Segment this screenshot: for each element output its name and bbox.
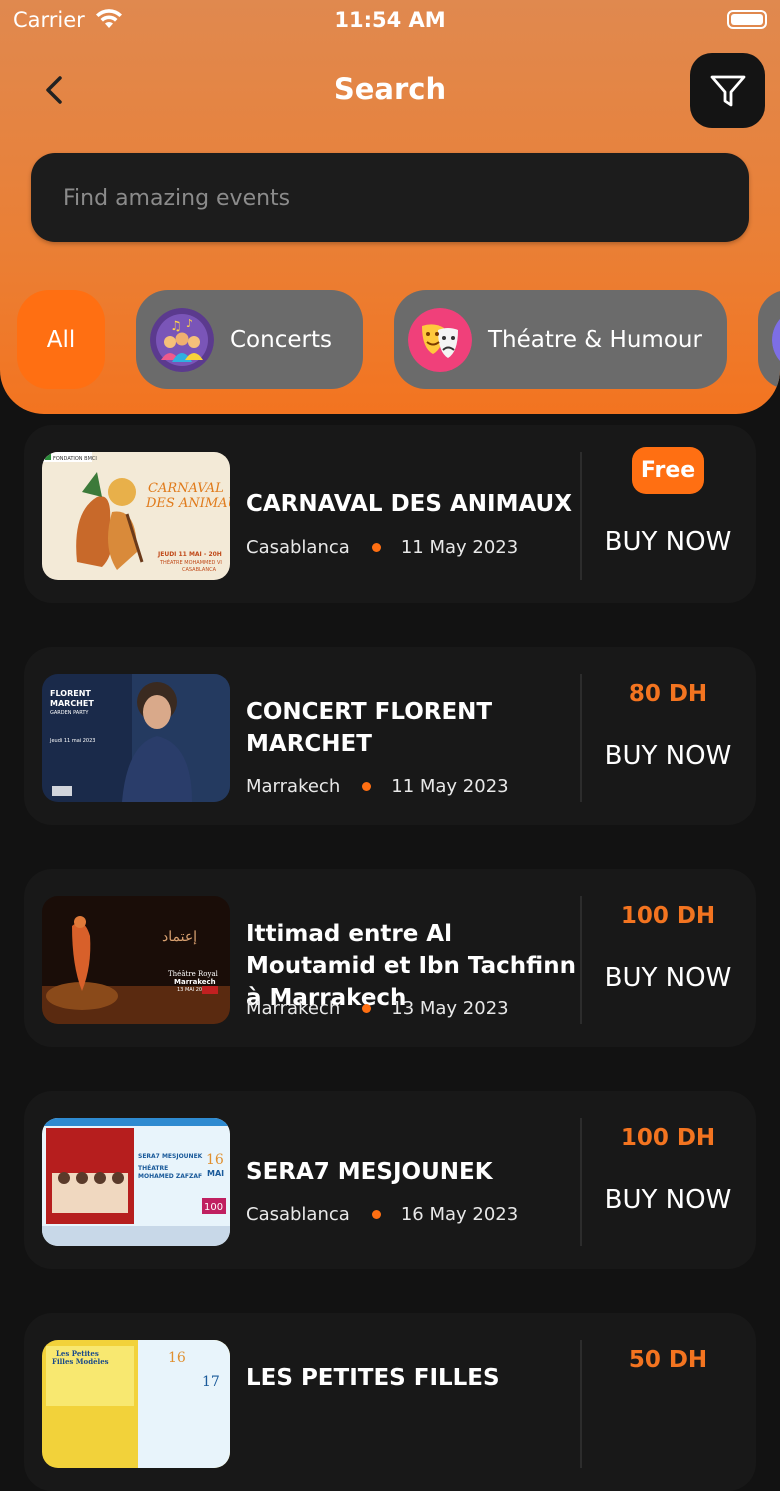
event-title: LES PETITES FILLES — [246, 1365, 500, 1391]
buy-now-button[interactable]: BUY NOW — [592, 741, 744, 771]
event-title: SERA7 MESJOUNEK — [246, 1159, 493, 1185]
event-meta: Casablanca 11 May 2023 — [246, 537, 518, 558]
event-thumbnail: SERA7 MESJOUNEK THÉATRE MOHAMED ZAFZAF 1… — [42, 1118, 230, 1246]
event-thumbnail: إعتماد Théâtre Royal Marrakech 13 MAI 20… — [42, 896, 230, 1024]
clock: 11:54 AM — [334, 8, 446, 32]
category-label: All — [46, 326, 76, 353]
category-icon — [772, 318, 780, 361]
category-label: Concerts — [230, 326, 332, 353]
svg-text:Théâtre Royal: Théâtre Royal — [168, 970, 219, 978]
svg-text:DES ANIMAUX: DES ANIMAUX — [145, 496, 230, 511]
event-card[interactable]: Les Petites Filles Modèles 16 17 LES PET… — [24, 1313, 756, 1491]
svg-text:17: 17 — [202, 1374, 220, 1390]
event-card[interactable]: FONDATION BMCI CARNAVAL DES ANIMAUX JEUD… — [24, 425, 756, 603]
category-chip-more[interactable] — [758, 290, 780, 389]
event-thumbnail: FLORENT MARCHET GARDEN PARTY Jeudi 11 ma… — [42, 674, 230, 802]
event-date: 11 May 2023 — [391, 776, 509, 797]
filter-icon — [710, 75, 745, 106]
svg-text:THÉATRE: THÉATRE — [138, 1164, 168, 1172]
separator-dot — [371, 543, 381, 552]
event-city: Casablanca — [246, 537, 350, 558]
event-meta: Marrakech 13 May 2023 — [246, 998, 509, 1019]
event-card[interactable]: SERA7 MESJOUNEK THÉATRE MOHAMED ZAFZAF 1… — [24, 1091, 756, 1269]
event-price: 50 DH — [628, 1347, 708, 1373]
event-date: 16 May 2023 — [400, 1204, 519, 1225]
event-price: 80 DH — [628, 681, 708, 707]
event-title: CONCERT FLORENT MARCHET — [246, 699, 493, 757]
price-badge: Free — [632, 447, 704, 494]
buy-now-button[interactable]: BUY NOW — [592, 527, 744, 557]
search-bar — [31, 153, 749, 244]
svg-text:FLORENT: FLORENT — [50, 689, 91, 698]
event-price: 100 DH — [620, 1125, 716, 1151]
divider — [580, 452, 582, 580]
event-thumbnail: FONDATION BMCI CARNAVAL DES ANIMAUX JEUD… — [42, 452, 230, 580]
svg-text:MAI: MAI — [207, 1169, 224, 1178]
separator-dot — [371, 1210, 381, 1219]
event-date: 13 May 2023 — [391, 998, 509, 1019]
svg-text:FONDATION BMCI: FONDATION BMCI — [53, 456, 97, 462]
svg-text:Jeudi 11 mai 2023: Jeudi 11 mai 2023 — [49, 738, 95, 744]
event-meta: Casablanca 16 May 2023 — [246, 1204, 518, 1225]
buy-now-button[interactable]: BUY NOW — [592, 1185, 744, 1215]
svg-text:MOHAMED ZAFZAF: MOHAMED ZAFZAF — [138, 1173, 202, 1180]
svg-text:GARDEN PARTY: GARDEN PARTY — [50, 710, 89, 716]
svg-text:THÉATRE MOHAMMED VI: THÉATRE MOHAMMED VI — [159, 558, 222, 566]
category-chip-theatre[interactable]: Théatre & Humour — [394, 290, 727, 389]
svg-text:JEUDI 11 MAI - 20H: JEUDI 11 MAI - 20H — [157, 551, 222, 558]
divider — [580, 1118, 582, 1246]
svg-text:CARNAVAL: CARNAVAL — [148, 481, 224, 496]
svg-text:إعتماد: إعتماد — [162, 929, 197, 945]
page-title: Search — [333, 72, 447, 106]
header: Carrier 11:54 AM Search All — [0, 0, 780, 414]
event-thumbnail: Les Petites Filles Modèles 16 17 — [42, 1340, 230, 1468]
category-label: Théatre & Humour — [488, 326, 702, 353]
concert-crowd-icon: ♫ ♪ — [150, 307, 214, 372]
event-title: CARNAVAL DES ANIMAUX — [246, 491, 572, 517]
svg-text:MARCHET: MARCHET — [50, 699, 94, 708]
svg-text:16: 16 — [168, 1350, 186, 1366]
category-chip-all[interactable]: All — [17, 290, 105, 389]
divider — [580, 674, 582, 802]
theatre-masks-icon — [408, 307, 472, 372]
category-chip-concerts[interactable]: ♫ ♪ Concerts — [136, 290, 363, 389]
search-input[interactable] — [61, 153, 725, 244]
divider — [580, 1340, 582, 1468]
svg-text:Marrakech: Marrakech — [174, 978, 216, 986]
svg-text:SERA7 MESJOUNEK: SERA7 MESJOUNEK — [138, 1153, 203, 1160]
svg-text:♪: ♪ — [186, 317, 193, 330]
event-city: Marrakech — [246, 776, 341, 797]
event-card[interactable]: FLORENT MARCHET GARDEN PARTY Jeudi 11 ma… — [24, 647, 756, 825]
event-city: Marrakech — [246, 998, 341, 1019]
divider — [580, 896, 582, 1024]
event-card[interactable]: إعتماد Théâtre Royal Marrakech 13 MAI 20… — [24, 869, 756, 1047]
event-city: Casablanca — [246, 1204, 350, 1225]
svg-text:CASABLANCA: CASABLANCA — [182, 567, 217, 573]
battery-icon — [727, 10, 767, 29]
svg-text:Filles Modèles: Filles Modèles — [52, 1357, 109, 1366]
svg-text:100: 100 — [204, 1202, 223, 1213]
event-meta: Marrakech 11 May 2023 — [246, 776, 509, 797]
status-bar: Carrier 11:54 AM — [0, 0, 780, 42]
separator-dot — [362, 1004, 372, 1013]
svg-text:♫: ♫ — [170, 319, 182, 334]
svg-text:16: 16 — [206, 1152, 224, 1168]
event-date: 11 May 2023 — [400, 537, 519, 558]
event-price: 100 DH — [620, 903, 716, 929]
separator-dot — [362, 782, 372, 791]
buy-now-button[interactable]: BUY NOW — [592, 963, 744, 993]
filter-button[interactable] — [690, 53, 765, 128]
